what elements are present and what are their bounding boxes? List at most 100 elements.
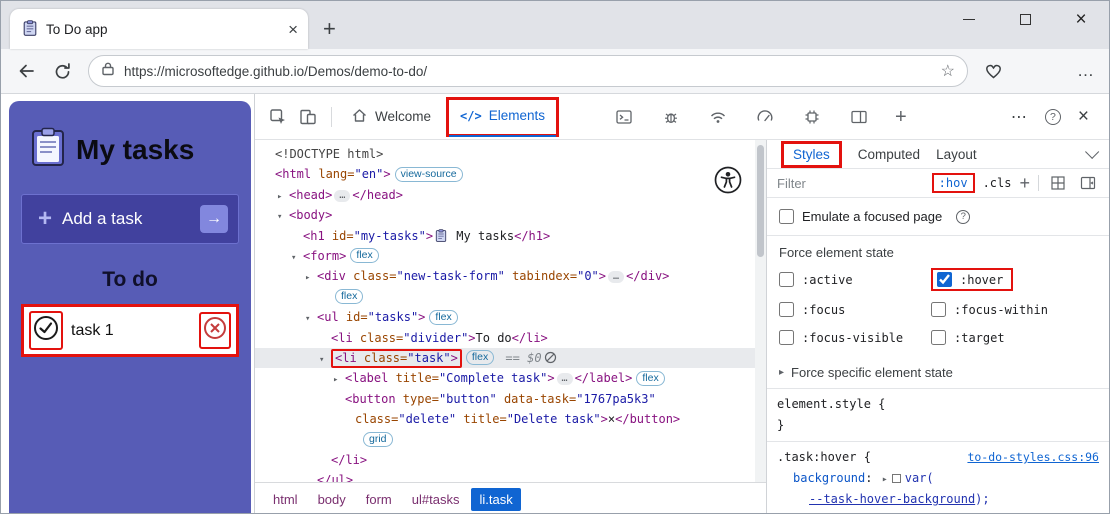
collapsed-arrow-icon[interactable]: ▸ [305, 268, 317, 288]
checkbox[interactable] [779, 330, 794, 345]
dom-tree-line[interactable]: <li class="divider">To do</li> [255, 328, 766, 348]
issues-bug-icon[interactable] [660, 108, 682, 126]
css-variable-link[interactable]: --task-hover-background [809, 492, 975, 506]
help-icon[interactable]: ? [956, 209, 971, 224]
state-checkbox-focus[interactable]: :focus [779, 302, 845, 317]
dom-tree-line[interactable]: </li> [255, 450, 766, 470]
performance-icon[interactable] [754, 108, 776, 126]
layout-badge[interactable]: flex [335, 289, 364, 305]
url-field[interactable]: https://microsoftedge.github.io/Demos/de… [88, 55, 968, 87]
tab-welcome[interactable]: Welcome [340, 94, 442, 140]
styles-filter-input[interactable] [777, 175, 924, 191]
device-emulation-icon[interactable] [297, 108, 319, 126]
window-close-button[interactable]: × [1053, 1, 1109, 38]
tab-elements[interactable]: </> Elements [449, 97, 556, 137]
stylesheet-link[interactable]: to-do-styles.css:96 [967, 447, 1099, 468]
inspect-icon[interactable] [267, 108, 289, 126]
tab-close-icon[interactable]: × [288, 21, 298, 38]
layout-dock-icon[interactable] [848, 108, 870, 126]
dom-tree-line[interactable]: <button type="button" data-task="1767pa5… [255, 389, 766, 409]
state-checkbox-focus-visible[interactable]: :focus-visible [779, 330, 903, 345]
dom-tree-line[interactable]: grid [255, 429, 766, 449]
dom-tree-line[interactable]: </ul> [255, 470, 766, 482]
collapsed-arrow-icon[interactable]: ▸ [277, 187, 289, 207]
dom-tree-line[interactable]: ▾ <form> flex [255, 246, 766, 266]
devtools-help-icon[interactable]: ? [1044, 108, 1061, 125]
rule-selector[interactable]: .task:hover { [777, 447, 871, 468]
toggle-class-button[interactable]: .cls [983, 176, 1012, 190]
breadcrumb-item[interactable]: ul#tasks [404, 488, 468, 511]
expanded-arrow-icon[interactable]: ▾ [305, 309, 317, 329]
memory-cpu-icon[interactable] [801, 108, 823, 126]
window-maximize-button[interactable] [997, 1, 1053, 38]
state-checkbox-focus-within[interactable]: :focus-within [931, 302, 1048, 317]
url-text[interactable]: https://microsoftedge.github.io/Demos/de… [124, 64, 932, 79]
emulate-focused-page-checkbox[interactable] [779, 209, 794, 224]
color-swatch[interactable] [891, 474, 901, 483]
more-tabs-button[interactable]: + [895, 107, 907, 127]
back-button[interactable] [17, 61, 37, 81]
dom-tree-line[interactable]: ▸ <div class="new-task-form" tabindex="0"… [255, 266, 766, 286]
dom-tree-line[interactable]: <html lang="en"> view-source [255, 164, 766, 184]
dom-tree-line[interactable]: ▾ <body> [255, 205, 766, 225]
layout-badge[interactable]: flex [465, 350, 495, 366]
checkbox[interactable] [931, 302, 946, 317]
dom-tree-line[interactable]: ▾ <ul id="tasks"> flex [255, 307, 766, 327]
breadcrumb-item[interactable]: html [265, 488, 306, 511]
dom-tree-line[interactable]: <!DOCTYPE html> [255, 144, 766, 164]
expanded-arrow-icon[interactable]: ▾ [291, 248, 303, 268]
chevron-down-icon[interactable] [1085, 145, 1100, 160]
new-tab-button[interactable]: + [323, 18, 336, 40]
layout-badge[interactable]: flex [350, 248, 379, 264]
layout-badge[interactable]: flex [636, 370, 665, 386]
force-specific-state-section[interactable]: ▸ Force specific element state [767, 357, 1109, 388]
expand-arrow-icon[interactable]: ▸ [882, 474, 888, 485]
expanded-arrow-icon[interactable]: ▾ [277, 207, 289, 227]
tab-styles[interactable]: Styles [793, 147, 830, 162]
devtools-customize-icon[interactable]: ⋯ [1011, 107, 1028, 127]
computed-sidebar-toggle-icon[interactable] [1077, 175, 1099, 191]
window-minimize-button[interactable] [941, 1, 997, 38]
layout-badge[interactable]: grid [363, 431, 393, 447]
add-task-button[interactable]: + Add a task → [21, 194, 239, 244]
expand-inline-button[interactable]: … [556, 373, 573, 386]
element-style-open[interactable]: element.style { [777, 397, 885, 411]
devtools-close-icon[interactable]: × [1078, 107, 1089, 126]
new-style-rule-button[interactable]: + [1019, 174, 1030, 192]
checkbox[interactable] [779, 302, 794, 317]
console-icon[interactable] [613, 108, 635, 126]
refresh-button[interactable] [53, 62, 72, 81]
browser-essentials-icon[interactable] [984, 62, 1003, 81]
scrollbar[interactable] [755, 140, 766, 482]
browser-tab[interactable]: To Do app × [10, 9, 308, 49]
checkbox[interactable] [779, 272, 794, 287]
view-source-badge[interactable]: view-source [394, 166, 463, 182]
collapsed-arrow-icon[interactable]: ▸ [333, 370, 345, 390]
toggle-element-state-button[interactable]: :hov [939, 176, 968, 190]
grid-overlay-icon[interactable] [1047, 175, 1069, 191]
expanded-arrow-icon[interactable]: ▾ [319, 350, 331, 370]
dom-tree-line[interactable]: ▸ <head>… </head> [255, 185, 766, 205]
state-checkbox-target[interactable]: :target [931, 330, 1005, 345]
state-checkbox-active[interactable]: :active [779, 272, 853, 287]
state-checkbox-hover[interactable]: :hover [931, 268, 1014, 291]
css-property-name[interactable]: background [793, 471, 865, 485]
tab-computed[interactable]: Computed [858, 147, 920, 162]
layout-badge[interactable]: flex [429, 309, 458, 325]
element-style-block[interactable]: element.style { } [767, 388, 1109, 441]
checkbox[interactable] [937, 272, 952, 287]
scrollbar-thumb[interactable] [757, 145, 764, 257]
breadcrumb-item[interactable]: body [310, 488, 354, 511]
dom-tree-line[interactable]: ▸ <label title="Complete task">… </label> f… [255, 368, 766, 388]
complete-task-checkbox[interactable] [33, 315, 59, 346]
dom-tree-line[interactable]: ▾ <li class="task"> flex == $0 [255, 347, 766, 370]
dom-tree-line[interactable]: class="delete" title="Delete task">×</bu… [255, 409, 766, 429]
dom-tree-line[interactable]: <h1 id="my-tasks"> My tasks</h1> [255, 226, 766, 246]
expand-inline-button[interactable]: … [608, 271, 625, 284]
accessibility-icon[interactable] [712, 164, 744, 196]
favorites-star-icon[interactable]: ☆ [941, 61, 955, 81]
expand-inline-button[interactable]: … [334, 189, 351, 202]
delete-task-button[interactable] [203, 316, 227, 345]
breadcrumb-item[interactable]: li.task [471, 487, 521, 511]
task-hover-rule-block[interactable]: .task:hover { to-do-styles.css:96 backgr… [767, 441, 1109, 513]
